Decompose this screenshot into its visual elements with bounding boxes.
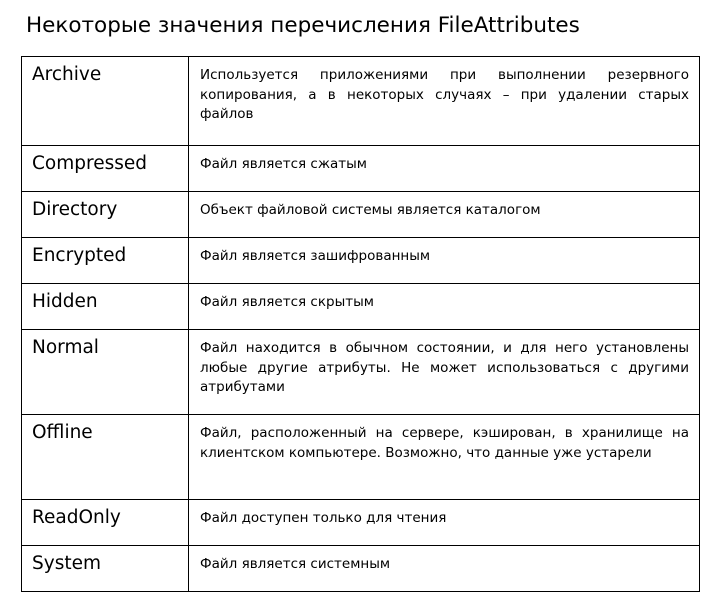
table-cell-attribute-name: Archive [21,56,189,146]
table-row: Archive Используется приложениями при вы… [21,56,700,146]
table-cell-attribute-name: Normal [21,329,189,415]
table-cell-attribute-description: Файл, расположенный на сервере, кэширова… [188,414,700,500]
table-cell-attribute-description: Используется приложениями при выполнении… [188,56,700,146]
attribute-name: Directory [32,199,118,220]
attribute-description: Файл находится в обычном состоянии, и дл… [200,340,689,395]
table-row: System Файл является системным [21,545,700,592]
table-cell-attribute-description: Файл является скрытым [188,283,700,330]
page-title: Некоторые значения перечисления FileAttr… [26,13,580,38]
table-cell-attribute-name: Hidden [21,283,189,330]
attribute-description: Файл является скрытым [200,294,374,310]
attribute-description: Используется приложениями при выполнении… [200,67,689,122]
table-cell-attribute-description: Файл находится в обычном состоянии, и дл… [188,329,700,415]
table-row: Offline Файл, расположенный на сервере, … [21,414,700,500]
table-row: Normal Файл находится в обычном состояни… [21,329,700,415]
attribute-name: Hidden [32,291,98,312]
table-cell-attribute-description: Файл является зашифрованным [188,237,700,284]
attribute-description: Объект файловой системы является каталог… [200,202,541,218]
attribute-description: Файл, расположенный на сервере, кэширова… [200,425,689,461]
table-cell-attribute-name: Offline [21,414,189,500]
table-row: ReadOnly Файл доступен только для чтения [21,499,700,546]
table-cell-attribute-name: Compressed [21,145,189,192]
file-attributes-table: Archive Используется приложениями при вы… [21,56,700,592]
table-row: Compressed Файл является сжатым [21,145,700,192]
attribute-name: Encrypted [32,245,127,266]
table-row: Hidden Файл является скрытым [21,283,700,330]
attribute-name: System [32,553,101,574]
table-body: Archive Используется приложениями при вы… [21,56,700,592]
table-row: Directory Объект файловой системы являет… [21,191,700,238]
attribute-name: Compressed [32,153,147,174]
table-cell-attribute-name: Directory [21,191,189,238]
table-cell-attribute-description: Файл доступен только для чтения [188,499,700,546]
attribute-name: Normal [32,337,99,358]
attribute-description: Файл является сжатым [200,156,367,172]
table-row: Encrypted Файл является зашифрованным [21,237,700,284]
table-cell-attribute-name: ReadOnly [21,499,189,546]
table-cell-attribute-description: Объект файловой системы является каталог… [188,191,700,238]
attribute-description: Файл является системным [200,556,391,572]
slide: Некоторые значения перечисления FileAttr… [0,0,720,592]
attribute-description: Файл доступен только для чтения [200,510,447,526]
attribute-name: Offline [32,422,93,443]
attribute-name: ReadOnly [32,507,121,528]
table-cell-attribute-name: System [21,545,189,592]
table-cell-attribute-description: Файл является системным [188,545,700,592]
table-cell-attribute-name: Encrypted [21,237,189,284]
attribute-description: Файл является зашифрованным [200,248,431,264]
attribute-name: Archive [32,64,102,85]
table-cell-attribute-description: Файл является сжатым [188,145,700,192]
